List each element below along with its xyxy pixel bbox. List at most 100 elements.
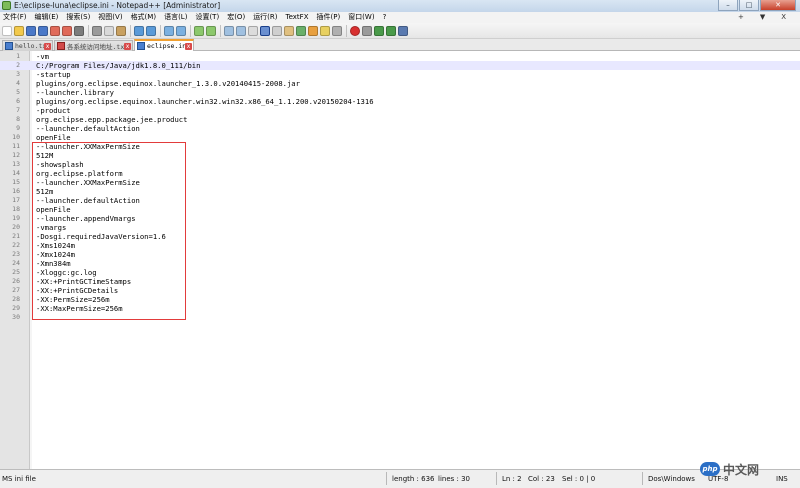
function-list-icon[interactable]	[308, 25, 318, 36]
editor-line[interactable]: 9 --launcher.defaultAction	[0, 124, 800, 133]
editor-line[interactable]: 30	[0, 313, 800, 322]
line-text[interactable]: --launcher.appendVmargs	[36, 214, 136, 223]
line-text[interactable]: -product	[36, 106, 71, 115]
line-text[interactable]: --launcher.defaultAction	[36, 124, 140, 133]
zoom-in-icon[interactable]	[194, 25, 204, 36]
line-text[interactable]: -vm	[36, 52, 49, 61]
menu-format[interactable]: 格式(M)	[131, 12, 157, 23]
editor-line[interactable]: 28 -XX:PermSize=256m	[0, 295, 800, 304]
notepadpp-app-icon[interactable]	[2, 1, 11, 10]
line-text[interactable]: C:/Program Files/Java/jdk1.8.0_111/bin	[36, 61, 200, 70]
doc-new-plus-button[interactable]: +	[738, 12, 744, 23]
status-insert-mode[interactable]: INS	[776, 474, 788, 484]
tab-close-icon[interactable]: x	[185, 43, 192, 50]
line-text[interactable]: --launcher.XXMaxPermSize	[36, 142, 140, 151]
line-text[interactable]: -Dosgi.requiredJavaVersion=1.6	[36, 232, 166, 241]
line-text[interactable]: org.eclipse.platform	[36, 169, 123, 178]
paste-icon[interactable]	[116, 25, 126, 36]
new-file-icon[interactable]	[2, 25, 12, 36]
undo-icon[interactable]	[134, 25, 144, 36]
editor-line[interactable]: 2 C:/Program Files/Java/jdk1.8.0_111/bin	[0, 61, 800, 70]
editor-line[interactable]: 20 -vmargs	[0, 223, 800, 232]
line-text[interactable]: -vmargs	[36, 223, 66, 232]
editor-line[interactable]: 14 org.eclipse.platform	[0, 169, 800, 178]
sync-scroll-vertical-icon[interactable]	[224, 25, 234, 36]
playback-macro-icon[interactable]	[374, 25, 384, 36]
line-text[interactable]: -Xloggc:gc.log	[36, 268, 97, 277]
editor-line[interactable]: 17 --launcher.defaultAction	[0, 196, 800, 205]
find-icon[interactable]	[164, 25, 174, 36]
menu-view[interactable]: 视图(V)	[98, 12, 122, 23]
tab-close-icon[interactable]: x	[44, 43, 51, 50]
stop-recording-icon[interactable]	[362, 25, 372, 36]
line-text[interactable]: -Xmn384m	[36, 259, 71, 268]
cut-icon[interactable]	[92, 25, 102, 36]
line-text[interactable]: org.eclipse.epp.package.jee.product	[36, 115, 187, 124]
line-text[interactable]: -XX:MaxPermSize=256m	[36, 304, 123, 313]
tab-system-addresses-txt[interactable]: 各系统访问地址.txt x	[54, 40, 133, 51]
doc-close-x-button[interactable]: X	[781, 12, 786, 23]
minimize-button[interactable]: –	[718, 0, 738, 11]
line-text[interactable]: -startup	[36, 70, 71, 79]
replace-icon[interactable]	[176, 25, 186, 36]
editor-line[interactable]: 26 -XX:+PrintGCTimeStamps	[0, 277, 800, 286]
maximize-button[interactable]: □	[739, 0, 759, 11]
editor-line[interactable]: 25 -Xloggc:gc.log	[0, 268, 800, 277]
menu-search[interactable]: 搜索(S)	[66, 12, 90, 23]
open-file-icon[interactable]	[14, 25, 24, 36]
save-all-icon[interactable]	[38, 25, 48, 36]
editor-line[interactable]: 22 -Xms1024m	[0, 241, 800, 250]
print-icon[interactable]	[74, 25, 84, 36]
line-text[interactable]: --launcher.defaultAction	[36, 196, 140, 205]
status-eol-format[interactable]: Dos\Windows	[648, 474, 695, 484]
editor-line[interactable]: 3 -startup	[0, 70, 800, 79]
menu-macro[interactable]: 宏(O)	[227, 12, 245, 23]
line-text[interactable]: -Xmx1024m	[36, 250, 75, 259]
sync-scroll-horizontal-icon[interactable]	[236, 25, 246, 36]
menu-language[interactable]: 语言(L)	[164, 12, 187, 23]
line-text[interactable]: openFile	[36, 133, 71, 142]
copy-icon[interactable]	[104, 25, 114, 36]
editor-line[interactable]: 6 plugins/org.eclipse.equinox.launcher.wi…	[0, 97, 800, 106]
save-macro-icon[interactable]	[398, 25, 408, 36]
save-icon[interactable]	[26, 25, 36, 36]
line-text[interactable]: plugins/org.eclipse.equinox.launcher_1.3…	[36, 79, 300, 88]
editor-line[interactable]: 27 -XX:+PrintGCDetails	[0, 286, 800, 295]
editor-line[interactable]: 24 -Xmn384m	[0, 259, 800, 268]
line-text[interactable]: -XX:+PrintGCDetails	[36, 286, 118, 295]
editor-line[interactable]: 16 512m	[0, 187, 800, 196]
editor-line[interactable]: 7 -product	[0, 106, 800, 115]
menu-help[interactable]: ?	[383, 12, 387, 23]
tab-close-icon[interactable]: x	[124, 43, 131, 50]
editor-line[interactable]: 12 512M	[0, 151, 800, 160]
show-all-chars-icon[interactable]	[260, 25, 270, 36]
word-wrap-icon[interactable]	[248, 25, 258, 36]
editor-line[interactable]: 8 org.eclipse.epp.package.jee.product	[0, 115, 800, 124]
line-text[interactable]: -Xms1024m	[36, 241, 75, 250]
zoom-out-icon[interactable]	[206, 25, 216, 36]
editor-line[interactable]: 15 --launcher.XXMaxPermSize	[0, 178, 800, 187]
close-file-icon[interactable]	[50, 25, 60, 36]
line-text[interactable]: plugins/org.eclipse.equinox.launcher.win…	[36, 97, 374, 106]
editor-line[interactable]: 10 openFile	[0, 133, 800, 142]
indent-guide-icon[interactable]	[272, 25, 282, 36]
menu-edit[interactable]: 编辑(E)	[35, 12, 59, 23]
editor-line[interactable]: 18 openFile	[0, 205, 800, 214]
line-text[interactable]: -XX:PermSize=256m	[36, 295, 110, 304]
menu-settings[interactable]: 设置(T)	[195, 12, 219, 23]
editor-line[interactable]: 23 -Xmx1024m	[0, 250, 800, 259]
editor-area[interactable]: 1 -vm 2 C:/Program Files/Java/jdk1.8.0_111/…	[0, 51, 800, 469]
menu-textfx[interactable]: TextFX	[286, 12, 309, 23]
tab-eclipse-ini[interactable]: eclipse.ini x	[134, 39, 194, 51]
line-text[interactable]: -XX:+PrintGCTimeStamps	[36, 277, 131, 286]
document-map-icon[interactable]	[296, 25, 306, 36]
tab-hello-txt[interactable]: hello.txt x	[2, 40, 53, 51]
line-text[interactable]: 512m	[36, 187, 53, 196]
editor-line[interactable]: 1 -vm	[0, 52, 800, 61]
editor-line[interactable]: 11 --launcher.XXMaxPermSize	[0, 142, 800, 151]
redo-icon[interactable]	[146, 25, 156, 36]
editor-line[interactable]: 19 --launcher.appendVmargs	[0, 214, 800, 223]
editor-line[interactable]: 21 -Dosgi.requiredJavaVersion=1.6	[0, 232, 800, 241]
menu-file[interactable]: 文件(F)	[3, 12, 27, 23]
editor-line[interactable]: 13 -showsplash	[0, 160, 800, 169]
